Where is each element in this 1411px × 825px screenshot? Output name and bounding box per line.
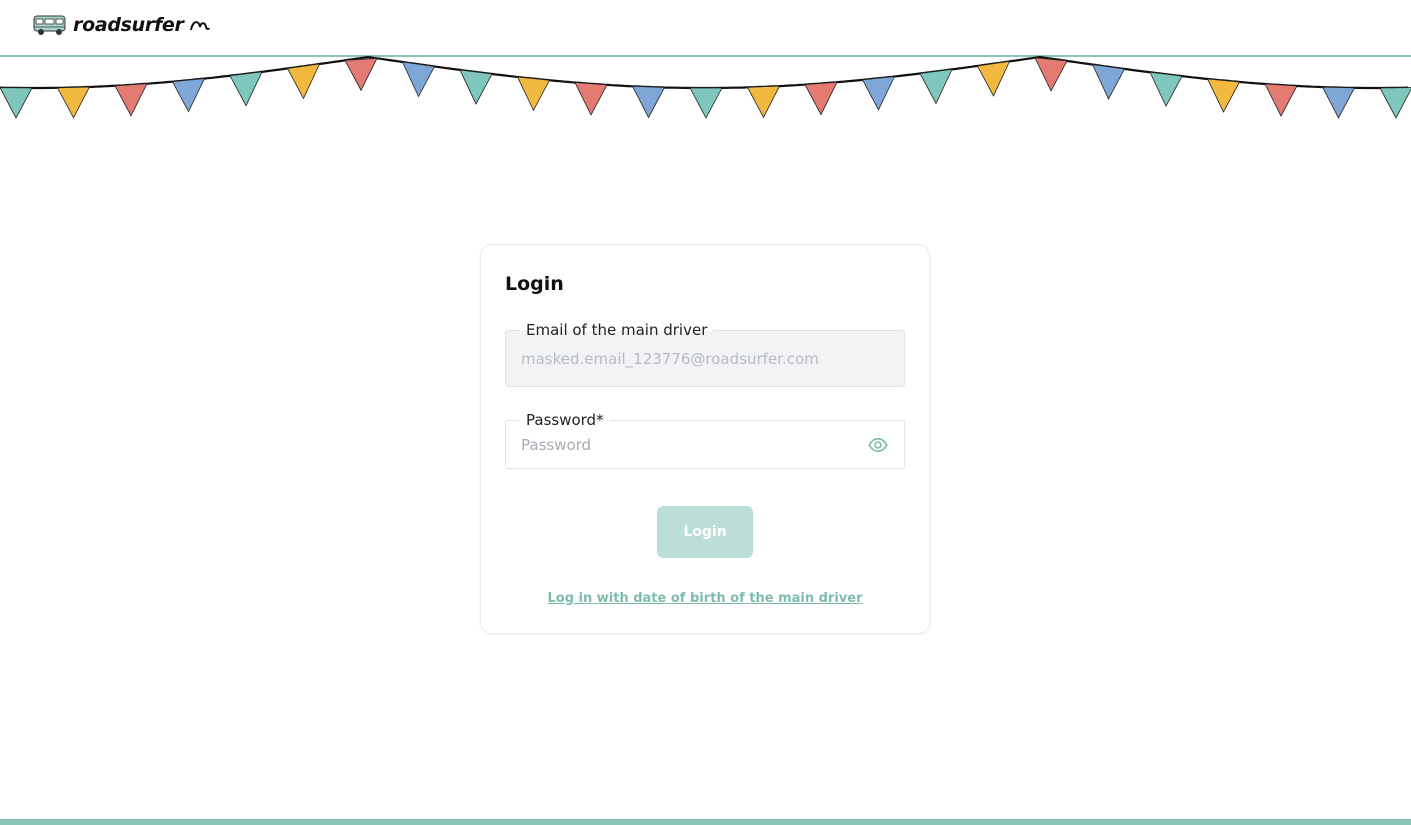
bunting-flag [0,87,33,119]
bunting-flag [286,63,321,100]
bunting-flag [746,85,781,119]
bunting-flag [574,82,608,116]
bunting-flag [804,81,838,116]
logo-text: roadsurfer [73,14,184,36]
bunting-flag [1321,86,1356,119]
login-card: Login Email of the main driver Password*… [480,244,930,634]
bunting-flag [401,61,436,98]
eye-icon[interactable] [868,435,888,455]
bunting-flag [631,85,666,119]
bunting-flag [1206,78,1241,113]
email-input [521,349,889,369]
bunting-flag [171,78,206,113]
bunting-flag [516,76,551,112]
wave-icon [189,21,210,31]
bunting-flag [1091,64,1126,100]
password-field-label: Password* [520,411,610,429]
dob-login-link[interactable]: Log in with date of birth of the main dr… [481,591,929,606]
bunting-flag [114,83,148,117]
bunting-flag [861,76,896,111]
login-title: Login [505,273,564,295]
password-field[interactable]: Password* [505,411,905,469]
bunting-flag [229,71,263,107]
footer-bar [0,819,1411,825]
bunting-decoration [0,55,1411,119]
bunting-flag [1379,87,1411,119]
login-button[interactable]: Login [657,506,753,558]
bunting-flag [56,86,91,119]
email-field-label: Email of the main driver [520,321,714,339]
bunting-flag [976,60,1011,97]
bunting-flag [689,87,723,119]
bunting-flag [1149,71,1183,108]
bunting-flag [344,57,378,92]
campervan-icon [33,15,66,35]
bunting-flag [459,69,493,105]
bunting-rope [0,55,1409,90]
bunting-flag [919,68,953,105]
bunting-flag [1264,83,1298,117]
bunting-flag [1034,57,1068,92]
password-input[interactable] [521,435,856,455]
site-header: roadsurfer [0,0,1411,57]
logo[interactable]: roadsurfer [33,13,210,37]
email-field: Email of the main driver [505,321,905,387]
